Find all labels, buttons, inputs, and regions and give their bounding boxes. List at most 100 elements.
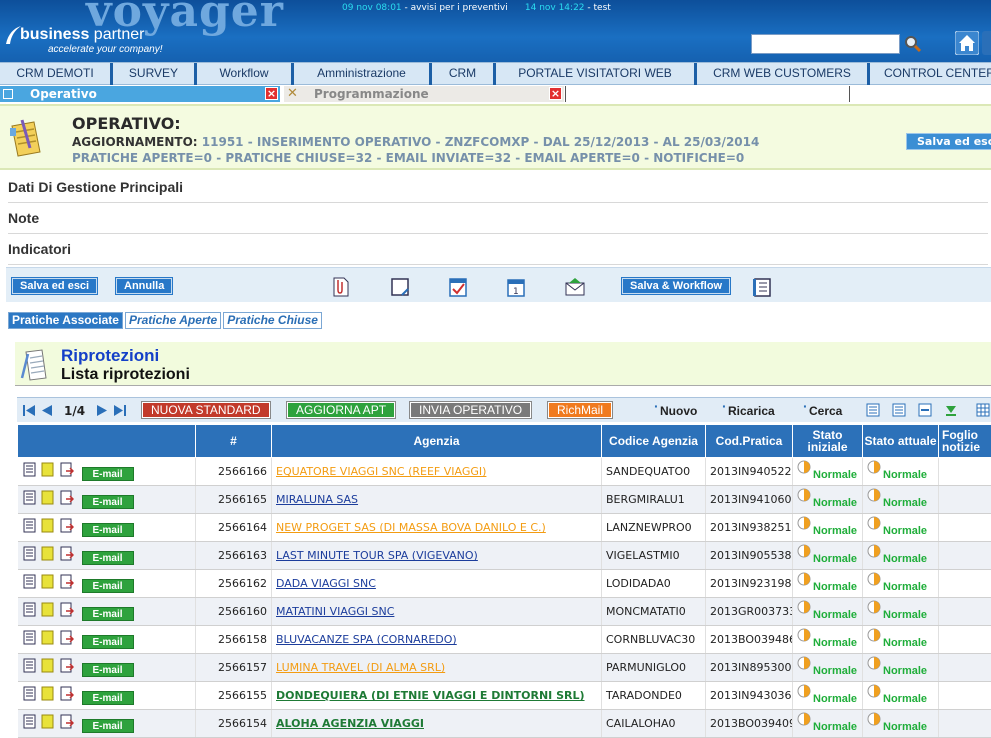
close-icon[interactable]: × [265, 87, 278, 100]
search-icon[interactable] [903, 34, 923, 54]
row-user-icon[interactable] [59, 518, 74, 533]
cancel-button[interactable]: Annulla [116, 278, 172, 294]
email-button[interactable]: E-mail [82, 719, 134, 733]
table-row[interactable]: E-mail2566164NEW PROGET SAS (DI MASSA BO… [18, 514, 991, 542]
menu-icon[interactable] [982, 31, 991, 55]
row-note-icon[interactable] [40, 518, 55, 533]
list-view-icon[interactable] [892, 403, 906, 417]
tab-crm[interactable]: CRM [432, 63, 496, 85]
email-button[interactable]: E-mail [82, 467, 134, 481]
row-user-icon[interactable] [59, 546, 74, 561]
note-icon[interactable] [389, 276, 411, 298]
table-row[interactable]: E-mail2566160MATATINI VIAGGI SNCMONCMATA… [18, 598, 991, 626]
table-row[interactable]: E-mail2566166EQUATORE VIAGGI SNC (REEF V… [18, 458, 991, 486]
row-user-icon[interactable] [59, 714, 74, 729]
agenzia-link[interactable]: LAST MINUTE TOUR SPA (VIGEVANO) [276, 549, 478, 562]
email-button[interactable]: E-mail [82, 551, 134, 565]
table-row[interactable]: E-mail2566162DADA VIAGGI SNCLODIDADA0201… [18, 570, 991, 598]
column-view-icon[interactable] [918, 403, 932, 417]
row-note-icon[interactable] [40, 462, 55, 477]
row-note-icon[interactable] [40, 686, 55, 701]
row-user-icon[interactable] [59, 490, 74, 505]
last-page-icon[interactable] [112, 403, 127, 418]
notice-ticker[interactable]: 09 nov 08:01 - avvisi per i preventivi 1… [342, 3, 611, 13]
doc-tab-operativo[interactable]: Operativo × [0, 86, 280, 102]
row-note-icon[interactable] [40, 602, 55, 617]
doc-tab-programmazione[interactable]: ✕ Programmazione × [284, 86, 564, 102]
row-note-icon[interactable] [40, 658, 55, 673]
agenzia-link[interactable]: NEW PROGET SAS (DI MASSA BOVA DANILO E C… [276, 521, 546, 534]
agenzia-link[interactable]: ALOHA AGENZIA VIAGGI [276, 717, 424, 730]
ricarica-link[interactable]: Ricarica [728, 404, 775, 418]
calendar-icon[interactable]: 1 [505, 276, 527, 298]
agenzia-link[interactable]: DONDEQUIERA (DI ETNIE VIAGGI E DINTORNI … [276, 689, 585, 702]
richmail-button[interactable]: RichMail [548, 402, 612, 418]
column-header-stato-iniziale[interactable]: Stato iniziale [793, 425, 863, 458]
tab-control-center[interactable]: CONTROL CENTER [870, 63, 991, 85]
home-icon[interactable] [955, 31, 979, 55]
table-row[interactable]: E-mail2566155DONDEQUIERA (DI ETNIE VIAGG… [18, 682, 991, 710]
column-header-foglio-notizie[interactable]: Foglio notizie [939, 425, 991, 458]
email-button[interactable]: E-mail [82, 579, 134, 593]
nuovo-link[interactable]: Nuovo [660, 404, 697, 418]
row-list-icon[interactable] [22, 462, 37, 477]
agenzia-link[interactable]: MIRALUNA SAS [276, 493, 358, 506]
row-list-icon[interactable] [22, 518, 37, 533]
email-button[interactable]: E-mail [82, 523, 134, 537]
search-input[interactable] [751, 34, 900, 54]
agenzia-link[interactable]: DADA VIAGGI SNC [276, 577, 376, 590]
table-row[interactable]: E-mail2566157LUMINA TRAVEL (DI ALMA SRL)… [18, 654, 991, 682]
row-user-icon[interactable] [59, 462, 74, 477]
tab-crm-web-customers[interactable]: CRM WEB CUSTOMERS [697, 63, 870, 85]
table-view-icon[interactable] [976, 403, 990, 417]
email-button[interactable]: E-mail [82, 691, 134, 705]
row-list-icon[interactable] [22, 602, 37, 617]
row-note-icon[interactable] [40, 490, 55, 505]
table-row[interactable]: E-mail2566165MIRALUNA SASBERGMIRALU12013… [18, 486, 991, 514]
row-note-icon[interactable] [40, 546, 55, 561]
tab-pratiche-aperte[interactable]: Pratiche Aperte [125, 312, 221, 329]
email-button[interactable]: E-mail [82, 663, 134, 677]
aggiorna-apt-button[interactable]: AGGIORNA APT [287, 402, 395, 418]
section-note[interactable]: Note [8, 203, 988, 234]
agenzia-link[interactable]: LUMINA TRAVEL (DI ALMA SRL) [276, 661, 445, 674]
tab-amministrazione[interactable]: Amministrazione [294, 63, 432, 85]
row-list-icon[interactable] [22, 686, 37, 701]
row-note-icon[interactable] [40, 574, 55, 589]
agenzia-link[interactable]: MATATINI VIAGGI SNC [276, 605, 394, 618]
invia-operativo-button[interactable]: INVIA OPERATIVO [410, 402, 531, 418]
email-button[interactable]: E-mail [82, 607, 134, 621]
row-user-icon[interactable] [59, 602, 74, 617]
attachment-icon[interactable] [330, 276, 352, 298]
agenzia-link[interactable]: EQUATORE VIAGGI SNC (REEF VIAGGI) [276, 465, 486, 478]
section-indicatori[interactable]: Indicatori [8, 234, 988, 265]
row-user-icon[interactable] [59, 658, 74, 673]
table-row[interactable]: E-mail2566158BLUVACANZE SPA (CORNAREDO)C… [18, 626, 991, 654]
tab-portale-visitatori-web[interactable]: PORTALE VISITATORI WEB [496, 63, 697, 85]
section-dati-gestione[interactable]: Dati Di Gestione Principali [8, 172, 988, 203]
grid-view-icon[interactable] [866, 403, 880, 417]
column-header-cod-pratica[interactable]: Cod.Pratica [706, 425, 793, 458]
prev-page-icon[interactable] [39, 403, 54, 418]
row-user-icon[interactable] [59, 574, 74, 589]
email-button[interactable]: E-mail [82, 635, 134, 649]
email-button[interactable]: E-mail [82, 495, 134, 509]
tab-survey[interactable]: SURVEY [113, 63, 197, 85]
column-header-agenzia[interactable]: Agenzia [272, 425, 602, 458]
column-header-num[interactable]: # [196, 425, 272, 458]
save-workflow-button[interactable]: Salva & Workflow [622, 278, 730, 294]
table-row[interactable]: E-mail2566154ALOHA AGENZIA VIAGGICAILALO… [18, 710, 991, 738]
task-check-icon[interactable] [447, 276, 469, 298]
row-list-icon[interactable] [22, 574, 37, 589]
first-page-icon[interactable] [22, 403, 37, 418]
row-list-icon[interactable] [22, 490, 37, 505]
download-icon[interactable] [944, 403, 958, 417]
tab-pratiche-chiuse[interactable]: Pratiche Chiuse [223, 312, 322, 329]
column-header-stato-attuale[interactable]: Stato attuale [863, 425, 939, 458]
row-note-icon[interactable] [40, 630, 55, 645]
list-icon[interactable] [751, 276, 773, 298]
tab-workflow[interactable]: Workflow [197, 63, 294, 85]
nuova-standard-button[interactable]: NUOVA STANDARD [142, 402, 270, 418]
agenzia-link[interactable]: BLUVACANZE SPA (CORNAREDO) [276, 633, 457, 646]
save-exit-button[interactable]: Salva ed esci [906, 133, 991, 150]
